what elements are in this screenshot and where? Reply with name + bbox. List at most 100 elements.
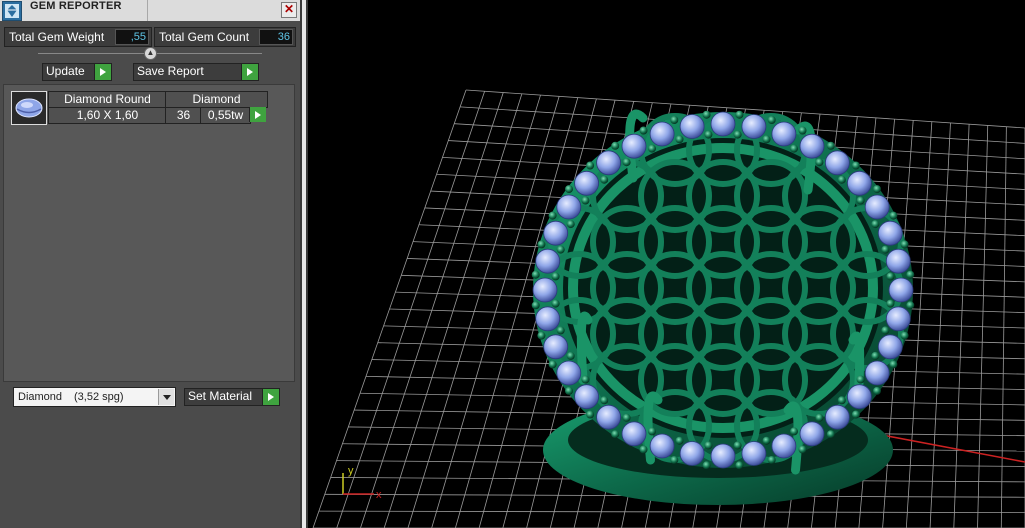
titlebar-separator [147,0,148,21]
halo-gem[interactable] [574,170,600,196]
halo-bead [906,270,915,279]
halo-gem[interactable] [847,384,872,410]
gem-weight-cell: 0,55tw [200,107,251,124]
halo-gem[interactable] [556,360,582,386]
halo-bead [871,220,880,229]
halo-bead [873,185,881,194]
halo-gem[interactable] [596,404,622,430]
halo-gem[interactable] [535,248,561,274]
halo-bead [586,161,595,170]
halo-gem[interactable] [710,111,736,137]
halo-gem[interactable] [885,306,911,332]
halo-bead [881,245,890,254]
gem-row-go-button[interactable] [249,107,266,122]
total-gem-count-label: Total Gem Count [159,30,250,44]
halo-gem[interactable] [799,133,825,159]
gem-reporter-panel: GEM REPORTER ✕ Total Gem Weight ,55 Tota… [0,0,300,528]
halo-gem[interactable] [888,277,914,303]
halo-bead [600,175,609,184]
halo-gem[interactable] [799,421,825,447]
halo-gem[interactable] [532,277,558,303]
halo-gem[interactable] [649,121,675,147]
set-material-button-label: Set Material [188,389,253,403]
halo-bead [856,196,865,205]
close-icon[interactable]: ✕ [281,2,297,18]
halo-bead [548,360,557,369]
halo-gem[interactable] [864,194,890,220]
halo-gem[interactable] [771,433,797,459]
halo-bead [889,211,898,220]
halo-gem[interactable] [543,334,569,360]
gem-thumbnail-icon[interactable] [11,91,47,125]
halo-gem[interactable] [825,404,850,430]
halo-bead [586,410,595,419]
halo-bead [537,240,546,249]
3d-viewport[interactable]: y x [308,0,1025,528]
halo-gem[interactable] [847,170,872,196]
material-select[interactable]: Diamond (3,52 spg) [13,387,176,407]
halo-gem[interactable] [621,421,647,447]
halo-bead [581,196,590,205]
axis-triad: y x [342,465,382,501]
halo-gem[interactable] [877,334,903,360]
gem-table-header-shape: Diamond Round [48,91,167,108]
play-icon [262,389,279,405]
halo-gem[interactable] [771,121,797,147]
gem-reporter-icon [2,1,22,21]
halo-gem[interactable] [535,306,561,332]
halo-gem[interactable] [556,194,582,220]
update-button-label: Update [46,64,85,78]
halo-bead [826,430,835,439]
viewport-scene[interactable]: y x [308,0,1025,528]
total-gem-weight-value: ,55 [115,29,149,45]
halo-bead [837,396,846,405]
set-material-button[interactable]: Set Material [184,388,280,406]
halo-gem[interactable] [621,133,647,159]
halo-bead [670,456,679,464]
halo-bead [881,326,890,335]
halo-gem[interactable] [649,433,675,459]
halo-bead [556,245,565,254]
halo-gem[interactable] [864,360,890,386]
halo-gem[interactable] [710,443,736,469]
halo-gem[interactable] [885,248,911,274]
halo-gem[interactable] [679,441,705,466]
halo-gem[interactable] [543,220,569,246]
play-icon [94,64,111,80]
update-button[interactable]: Update [42,63,112,81]
save-report-button[interactable]: Save Report [133,63,259,81]
halo-bead [873,386,881,395]
halo-bead [702,461,711,470]
play-icon [249,107,266,122]
material-select-spg: (3,52 spg) [74,391,124,403]
halo-gem[interactable] [877,220,903,246]
total-gem-weight-label: Total Gem Weight [9,30,105,44]
halo-gem[interactable] [741,114,767,139]
ring-model[interactable] [531,109,915,505]
halo-bead [566,351,575,360]
halo-bead [639,126,648,135]
halo-gem[interactable] [741,441,767,466]
halo-bead [815,158,824,167]
halo-bead [566,220,575,229]
halo-gem[interactable] [825,150,850,176]
halo-bead [565,386,573,395]
halo-bead [648,427,656,436]
halo-bead [648,144,656,153]
halo-bead [871,351,880,360]
halo-bead [851,410,860,419]
halo-bead [851,161,860,170]
halo-bead [815,413,824,422]
halo-bead [704,130,713,139]
halo-bead [900,240,909,249]
slider-knob-icon[interactable]: ▲ [144,47,157,60]
total-gem-weight-box: Total Gem Weight ,55 [4,27,152,47]
halo-bead [837,175,846,184]
gem-table-header-material: Diamond [165,91,268,108]
halo-gem[interactable] [679,114,705,139]
halo-gem[interactable] [596,150,622,176]
halo-bead [900,331,909,340]
panel-divider[interactable] [300,0,308,528]
dropdown-arrow-icon[interactable] [158,389,174,405]
halo-gem[interactable] [574,384,600,410]
